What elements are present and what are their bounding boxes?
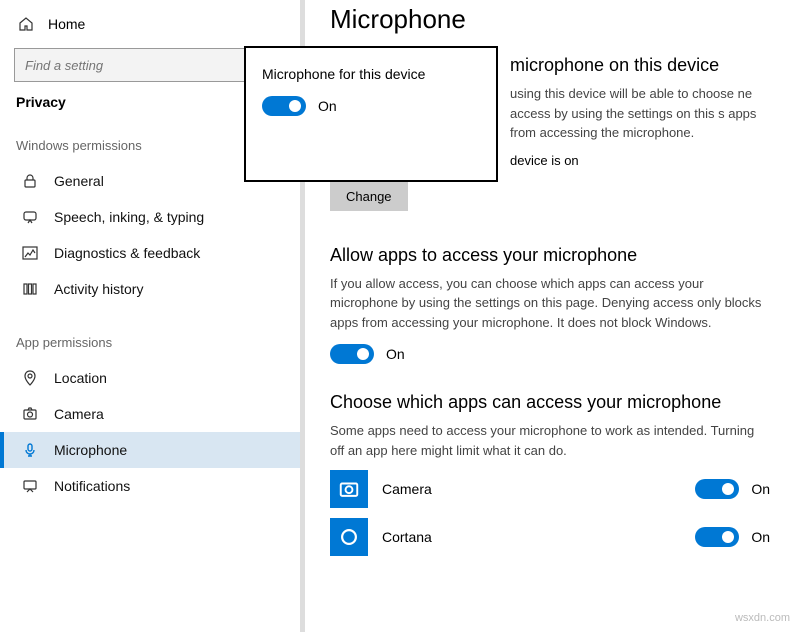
sidebar-item-speech[interactable]: Speech, inking, & typing [0, 199, 300, 235]
sidebar-group-app-permissions: App permissions [0, 335, 300, 350]
sidebar-item-notifications[interactable]: Notifications [0, 468, 300, 504]
sidebar-item-label: Diagnostics & feedback [54, 245, 200, 261]
home-label: Home [48, 16, 85, 32]
microphone-icon [20, 442, 40, 458]
popup-toggle-label: On [318, 98, 337, 114]
sidebar-item-microphone[interactable]: Microphone [0, 432, 300, 468]
app-access-toggle-label: On [386, 346, 405, 362]
app-name: Camera [382, 481, 695, 497]
app-name: Cortana [382, 529, 695, 545]
change-popup: Microphone for this device On [244, 46, 498, 182]
watermark: wsxdn.com [735, 612, 790, 624]
sidebar-item-label: Location [54, 370, 107, 386]
activity-icon [20, 281, 40, 297]
sidebar-item-location[interactable]: Location [0, 360, 300, 396]
diagnostics-icon [20, 245, 40, 261]
section-title-app-access: Allow apps to access your microphone [330, 245, 770, 266]
notifications-icon [20, 478, 40, 494]
popup-title: Microphone for this device [262, 66, 480, 82]
app-row-cortana: Cortana On [330, 518, 770, 556]
app-access-toggle-row: On [330, 344, 770, 364]
app-camera-toggle[interactable] [695, 479, 739, 499]
location-icon [20, 370, 40, 386]
sidebar-item-label: Activity history [54, 281, 143, 297]
change-button[interactable]: Change [330, 182, 408, 211]
section-desc-choose-apps: Some apps need to access your microphone… [330, 421, 770, 460]
section-title-choose-apps: Choose which apps can access your microp… [330, 392, 770, 413]
popup-device-toggle[interactable] [262, 96, 306, 116]
section-desc-app-access: If you allow access, you can choose whic… [330, 274, 770, 333]
camera-app-icon [330, 470, 368, 508]
speech-icon [20, 209, 40, 225]
sidebar-item-camera[interactable]: Camera [0, 396, 300, 432]
sidebar-item-label: Notifications [54, 478, 130, 494]
sidebar-item-label: Speech, inking, & typing [54, 209, 204, 225]
cortana-app-icon [330, 518, 368, 556]
search-input[interactable] [25, 58, 273, 73]
sidebar-item-diagnostics[interactable]: Diagnostics & feedback [0, 235, 300, 271]
sidebar-item-label: Camera [54, 406, 104, 422]
camera-icon [20, 406, 40, 422]
app-cortana-toggle[interactable] [695, 527, 739, 547]
sidebar-item-label: Microphone [54, 442, 127, 458]
app-row-camera: Camera On [330, 470, 770, 508]
home-link[interactable]: Home [0, 10, 300, 38]
app-camera-toggle-label: On [751, 481, 770, 497]
home-icon [16, 16, 36, 32]
lock-icon [20, 173, 40, 189]
app-access-toggle[interactable] [330, 344, 374, 364]
popup-toggle-row: On [262, 96, 480, 116]
page-title: Microphone [330, 4, 770, 35]
sidebar-item-label: General [54, 173, 104, 189]
sidebar-item-activity[interactable]: Activity history [0, 271, 300, 307]
app-cortana-toggle-label: On [751, 529, 770, 545]
